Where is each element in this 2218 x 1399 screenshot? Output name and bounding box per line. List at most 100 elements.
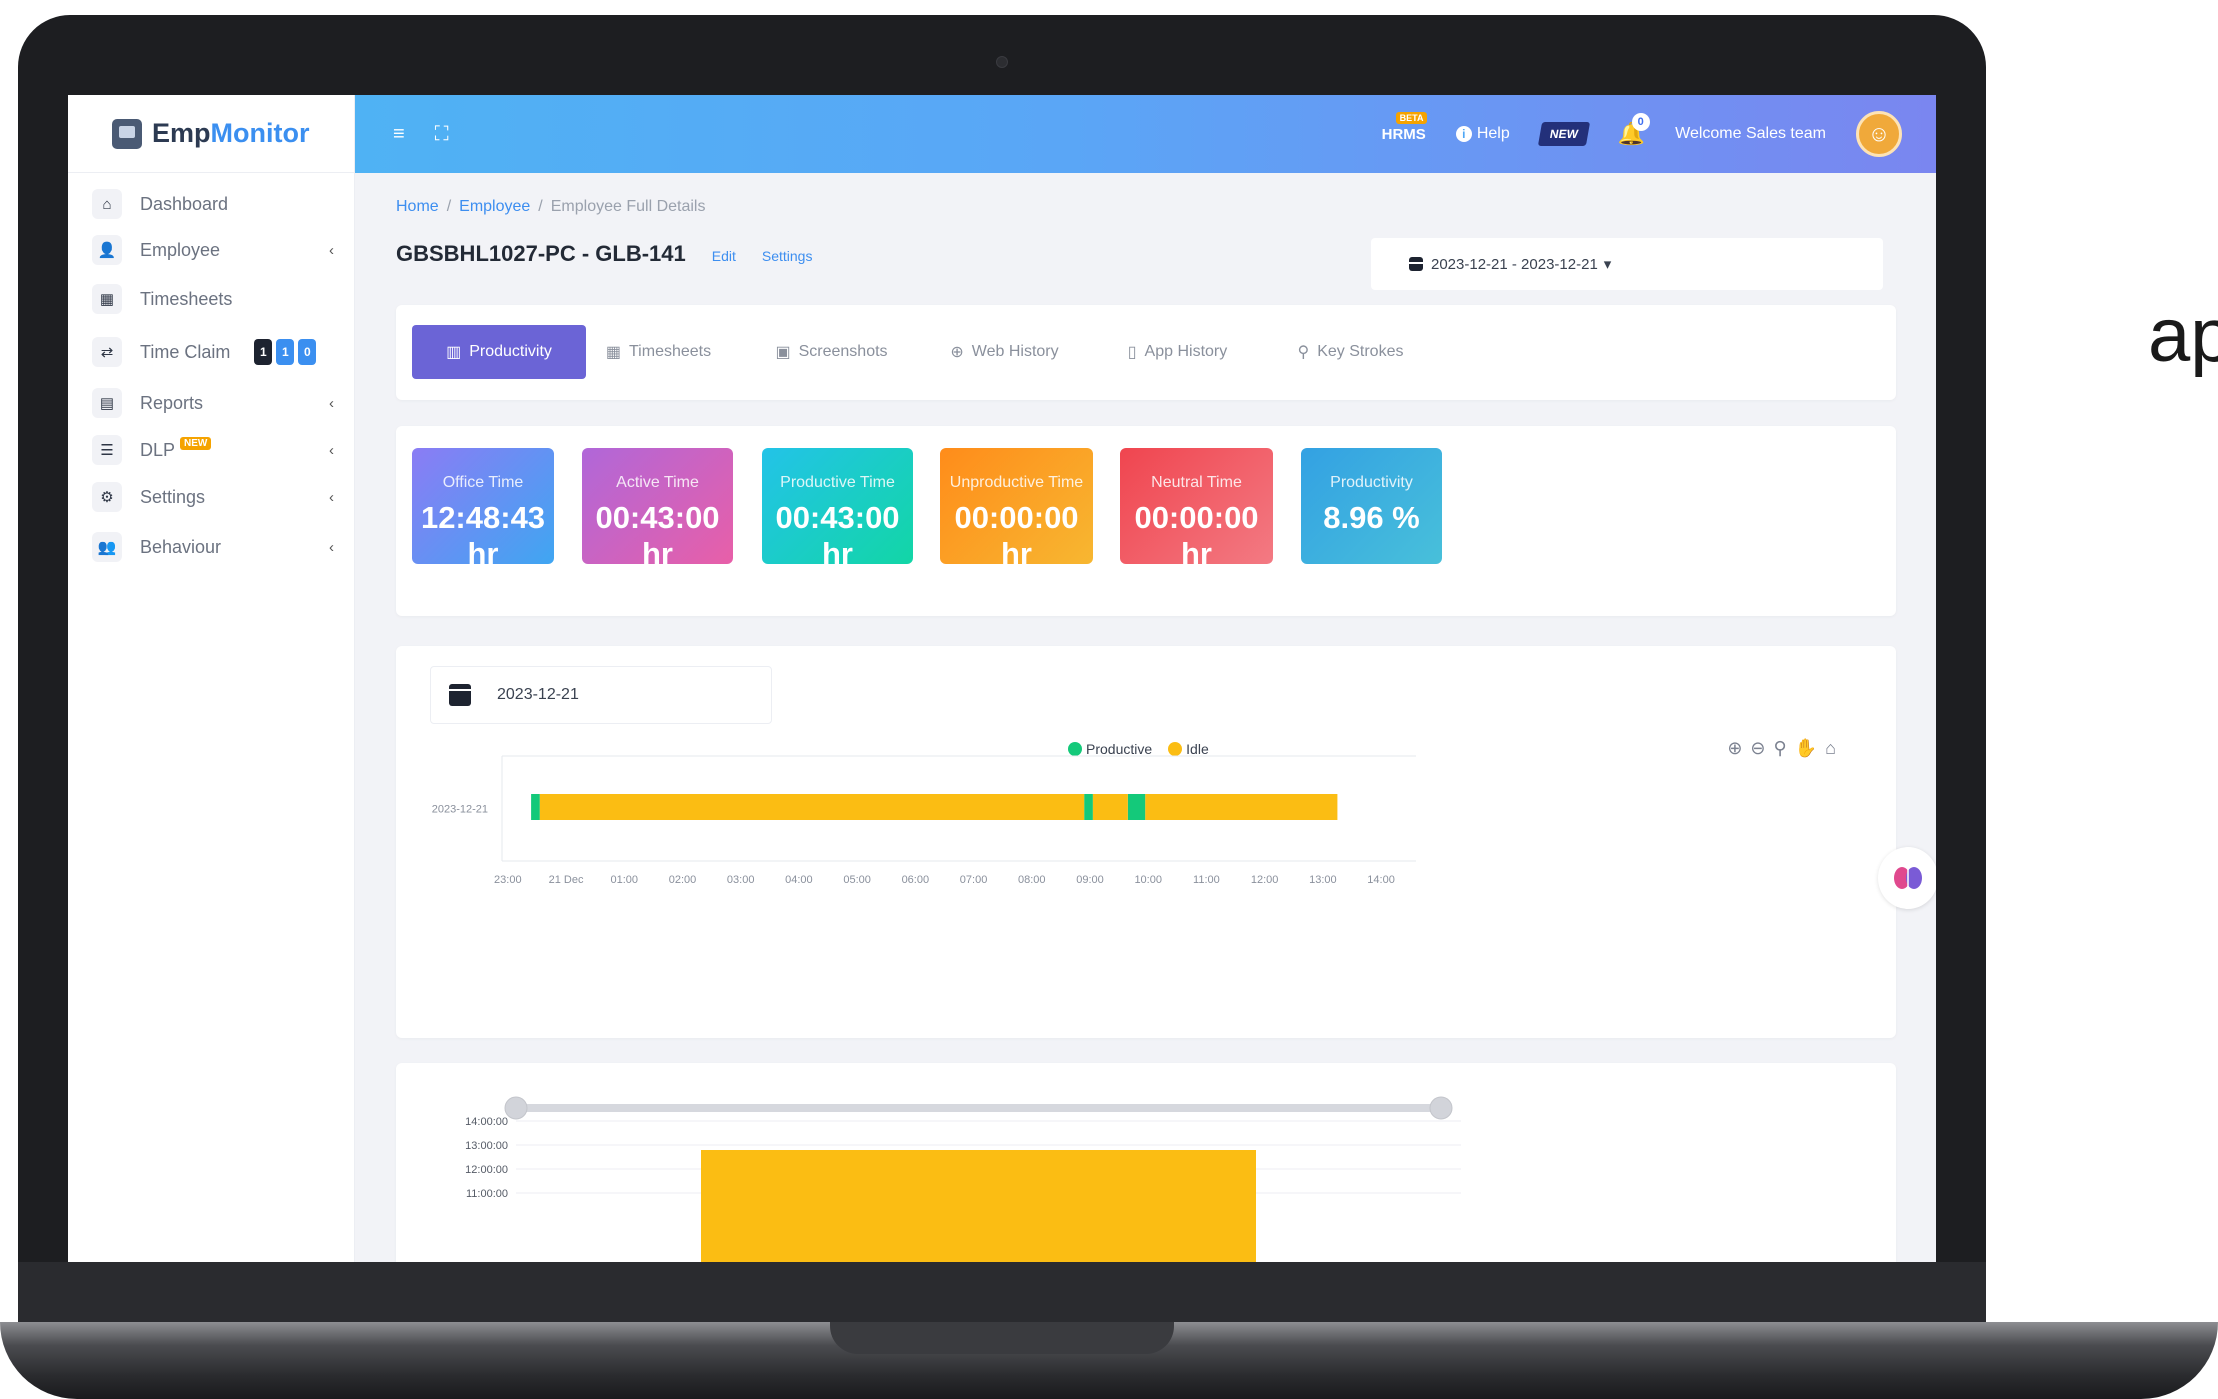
sidebar-item-label: Dashboard — [140, 193, 229, 214]
sidebar-item-label: Settings — [140, 486, 206, 507]
sidebar-item-label: Timesheets — [140, 288, 233, 309]
web-history-icon: ⊕ — [950, 344, 964, 361]
timeline-segment-productive[interactable] — [1127, 794, 1146, 820]
range-chart-panel: 14:00:00 13:00:00 12:00:00 11:00:00 — [396, 1063, 1896, 1262]
sidebar-item-dlp[interactable]: ☰ DLP NEW ‹ — [68, 427, 354, 473]
timeline-segment-productive[interactable] — [1084, 794, 1093, 820]
sidebar-item-label: Behaviour — [140, 536, 222, 557]
timeline-panel: 2023-12-21 Productive Idle ⊕ ⊖ ⚲ ✋ ⌂ 2023-12-… — [396, 646, 1896, 1038]
notification-bell-icon[interactable]: 🔔 0 — [1618, 113, 1650, 147]
laptop-camera — [996, 56, 1008, 68]
report-icon: ▤ — [92, 388, 122, 418]
stat-card-active-time: Active Time 00:43:00 hr — [582, 448, 733, 571]
stat-label: Office Time — [442, 474, 524, 491]
help-link[interactable]: i Help — [1455, 125, 1510, 143]
ai-assistant-brain-icon[interactable] — [1878, 847, 1936, 909]
hrms-link[interactable]: BETA HRMS — [1381, 111, 1428, 143]
x-tick-label: 08:00 — [1018, 874, 1046, 886]
tab-label: Timesheets — [629, 343, 712, 360]
tab-app-history[interactable]: ▯ App History — [1095, 325, 1260, 379]
stat-value: 00:43:00 hr — [775, 500, 900, 571]
sidebar-item-label: DLP — [140, 439, 176, 460]
brand[interactable]: EmpMonitor — [68, 95, 354, 173]
sidebar-item-label: Time Claim — [140, 341, 231, 362]
brand-logo-icon — [112, 118, 142, 149]
stat-label: Unproductive Time — [949, 474, 1084, 491]
fullscreen-icon[interactable]: ⛶ — [435, 123, 449, 146]
range-handle-start[interactable] — [504, 1096, 528, 1120]
menu-toggle-icon[interactable]: ≡ — [393, 123, 405, 146]
tab-web-history[interactable]: ⊕ Web History — [922, 325, 1087, 379]
x-tick-label: 06:00 — [902, 874, 930, 886]
calendar-icon: ▦ — [92, 284, 122, 314]
tab-label: Productivity — [469, 343, 552, 360]
timeline-segment-idle[interactable] — [1092, 794, 1128, 820]
notification-count: 0 — [1631, 113, 1650, 131]
home-icon: ⌂ — [92, 189, 122, 219]
sidebar-item-timesheets[interactable]: ▦ Timesheets — [68, 273, 354, 325]
stat-label: Active Time — [616, 474, 699, 491]
stat-value: 00:00:00 hr — [954, 500, 1079, 571]
avatar[interactable]: ☺ — [1856, 111, 1902, 157]
stage: ap EmpMonitor ⌂ Dashboard 👤 Employee ‹ ▦ Times… — [0, 0, 2218, 1399]
stat-value: 00:43:00 hr — [595, 500, 720, 571]
edit-link[interactable]: Edit — [712, 248, 736, 264]
tab-timesheets[interactable]: ▦ Timesheets — [576, 325, 741, 379]
breadcrumb-separator: / — [446, 198, 452, 215]
transfer-icon: ⇄ — [92, 337, 122, 367]
date-range-value: 2023-12-21 - 2023-12-21 — [1431, 255, 1598, 273]
sidebar-item-settings[interactable]: ⚙ Settings ‹ — [68, 473, 354, 521]
chevron-left-icon: ‹ — [329, 394, 334, 412]
help-label: Help — [1476, 125, 1510, 142]
new-flag[interactable]: NEW — [1537, 122, 1590, 146]
sidebar-item-behaviour[interactable]: 👥 Behaviour ‹ — [68, 521, 354, 573]
beta-badge: BETA — [1395, 111, 1428, 124]
stat-card-productivity: Productivity 8.96 % — [1301, 448, 1442, 564]
sidebar-item-reports[interactable]: ▤ Reports ‹ — [68, 379, 354, 427]
sidebar-item-label: Reports — [140, 392, 204, 413]
timeline-segment-idle[interactable] — [539, 794, 1085, 820]
tab-productivity[interactable]: ▥ Productivity — [412, 325, 586, 379]
x-tick-label: 03:00 — [727, 874, 755, 886]
calendar-icon — [1409, 257, 1423, 271]
brand-name: EmpMonitor — [152, 118, 310, 149]
stat-label: Productivity — [1330, 474, 1413, 491]
key-strokes-icon: ⚲ — [1297, 344, 1310, 361]
caret-down-icon: ▾ — [1603, 256, 1612, 273]
chevron-left-icon: ‹ — [329, 241, 334, 259]
sidebar-item-dashboard[interactable]: ⌂ Dashboard — [68, 181, 354, 227]
x-tick-label: 12:00 — [1251, 874, 1279, 886]
x-tick-label: 21 Dec — [549, 874, 584, 886]
x-tick-label: 10:00 — [1134, 874, 1162, 886]
range-bar[interactable] — [701, 1150, 1256, 1262]
stat-card-unproductive-time: Unproductive Time 00:00:00 hr — [940, 448, 1093, 571]
timeline-segment-productive[interactable] — [531, 794, 540, 820]
x-tick-label: 02:00 — [669, 874, 697, 886]
tab-key-strokes[interactable]: ⚲ Key Strokes — [1268, 325, 1433, 379]
settings-link[interactable]: Settings — [762, 248, 813, 264]
sidebar: EmpMonitor ⌂ Dashboard 👤 Employee ‹ ▦ Timeshee… — [68, 95, 355, 1262]
x-tick-label: 14:00 — [1367, 874, 1395, 886]
sidebar-nav: ⌂ Dashboard 👤 Employee ‹ ▦ Timesheets ⇄ Time Cla… — [68, 173, 354, 573]
breadcrumb-home[interactable]: Home — [396, 198, 439, 216]
breadcrumb: Home / Employee / Employee Full Details — [396, 198, 705, 216]
sidebar-item-time-claim[interactable]: ⇄ Time Claim 1 1 0 — [68, 325, 354, 379]
timeline-segment-idle[interactable] — [1145, 794, 1338, 820]
tab-label: Screenshots — [798, 343, 888, 360]
range-handle-end[interactable] — [1429, 1096, 1453, 1120]
users-icon: 👥 — [92, 532, 122, 562]
date-range-picker[interactable]: 2023-12-21 - 2023-12-21 ▾ — [1371, 238, 1883, 290]
laptop-chin — [18, 1262, 1986, 1322]
tab-screenshots[interactable]: ▣ Screenshots — [749, 325, 914, 379]
stats-panel: Office Time 12:48:43 hr Active Time 00:43:0… — [396, 426, 1896, 616]
hrms-label: HRMS — [1381, 125, 1426, 143]
x-tick-label: 07:00 — [960, 874, 988, 886]
x-tick-label: 13:00 — [1309, 874, 1337, 886]
stat-value: 12:48:43 hr — [420, 500, 546, 571]
sidebar-item-employee[interactable]: 👤 Employee ‹ — [68, 227, 354, 273]
sliders-icon: ☰ — [92, 435, 122, 465]
time-claim-counts: 110 — [254, 339, 317, 365]
y-tick-label: 13:00:00 — [465, 1140, 508, 1152]
breadcrumb-employee[interactable]: Employee — [459, 198, 530, 216]
x-tick-label: 01:00 — [610, 874, 638, 886]
